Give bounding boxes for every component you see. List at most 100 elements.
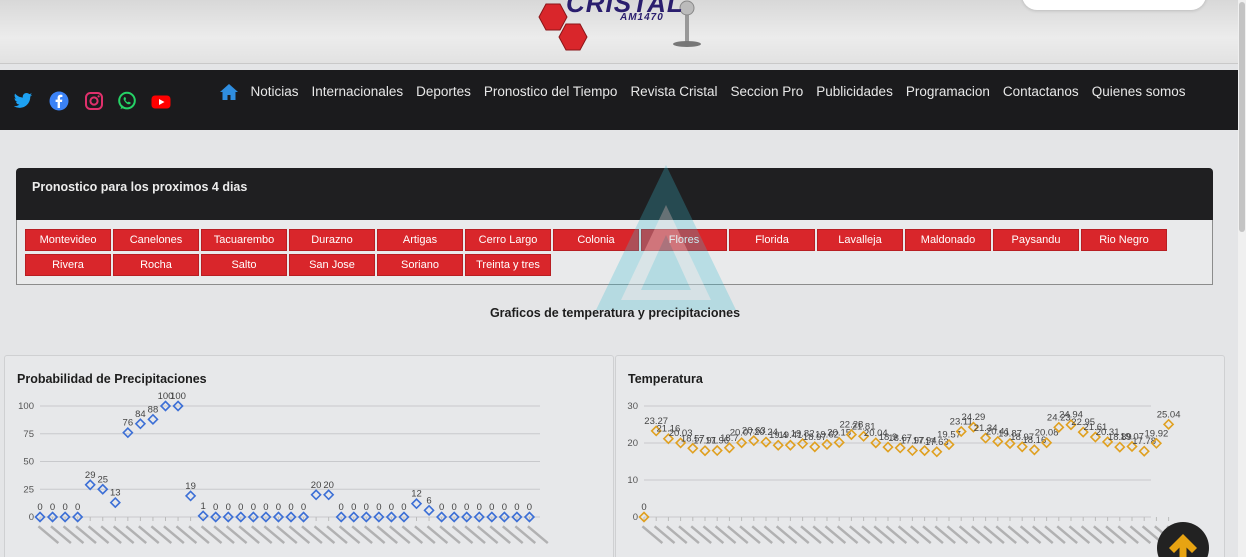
forecast-title: Pronostico para los proximos 4 dias (32, 180, 248, 194)
city-button-montevideo[interactable]: Montevideo (25, 229, 111, 251)
city-button-treinta-y-tres[interactable]: Treinta y tres (465, 254, 551, 276)
logo-subtitle: AM1470 (620, 12, 664, 23)
data-label: 12 (411, 489, 422, 500)
data-label: 0 (339, 502, 344, 513)
x-tick-label (125, 525, 148, 544)
y-tick-label: 0 (633, 512, 638, 523)
data-point (423, 504, 435, 516)
data-point (784, 439, 797, 451)
nav-link-seccion-pro[interactable]: Seccion Pro (724, 84, 810, 99)
x-tick-label (112, 525, 135, 544)
data-point (310, 489, 322, 501)
x-tick-label (389, 525, 411, 544)
city-button-rocha[interactable]: Rocha (113, 254, 199, 276)
city-button-salto[interactable]: Salto (201, 254, 287, 276)
nav-link-publicidades[interactable]: Publicidades (810, 84, 900, 99)
x-tick-label (1019, 525, 1042, 544)
x-tick-label (326, 525, 348, 544)
data-point (772, 439, 784, 451)
data-label: 0 (641, 502, 646, 513)
x-tick-label (188, 525, 210, 544)
x-tick-label (338, 525, 361, 544)
data-point (147, 413, 159, 425)
x-tick-label (1007, 525, 1030, 544)
city-button-soriano[interactable]: Soriano (377, 254, 463, 276)
scrollbar-thumb[interactable] (1239, 2, 1245, 232)
x-tick-label (910, 525, 932, 544)
data-label: 25 (97, 474, 108, 485)
x-tick-label (175, 525, 198, 544)
city-button-maldonado[interactable]: Maldonado (905, 229, 991, 251)
x-tick-label (983, 525, 1005, 544)
data-point (1028, 444, 1041, 456)
data-label: 0 (75, 502, 80, 513)
x-tick-label (653, 525, 676, 544)
youtube-icon[interactable] (150, 91, 172, 113)
search-input[interactable] (1022, 0, 1206, 10)
y-tick-label: 0 (29, 512, 34, 523)
x-tick-label (363, 525, 386, 544)
scrollbar[interactable] (1238, 0, 1246, 557)
x-tick-label (87, 525, 110, 544)
x-tick-label (1080, 525, 1103, 544)
x-tick-label (414, 525, 436, 544)
x-tick-label (288, 525, 311, 544)
city-button-paysandu[interactable]: Paysandu (993, 229, 1079, 251)
data-label: 0 (464, 502, 469, 513)
data-label: 19.92 (1145, 428, 1169, 439)
nav-link-pronostico[interactable]: Pronostico del Tiempo (477, 84, 624, 99)
x-tick-label (678, 525, 700, 544)
twitter-icon[interactable] (12, 90, 34, 112)
data-label: 0 (301, 502, 306, 513)
city-button-san-jose[interactable]: San Jose (289, 254, 375, 276)
city-button-cerro-largo[interactable]: Cerro Largo (465, 229, 551, 251)
nav-link-contactanos[interactable]: Contactanos (996, 84, 1085, 99)
city-button-rivera[interactable]: Rivera (25, 254, 111, 276)
x-tick-label (812, 525, 834, 544)
x-tick-label (922, 525, 944, 544)
nav-link-programacion[interactable]: Programacion (899, 84, 996, 99)
nav-link-quienes-somos[interactable]: Quienes somos (1085, 84, 1192, 99)
x-tick-label (885, 525, 908, 544)
data-label: 29 (85, 470, 96, 481)
whatsapp-icon[interactable] (116, 90, 138, 112)
nav-link-internacionales[interactable]: Internacionales (305, 84, 410, 99)
x-tick-label (702, 525, 725, 544)
x-tick-label (824, 525, 847, 544)
data-label: 0 (62, 502, 67, 513)
city-button-lavalleja[interactable]: Lavalleja (817, 229, 903, 251)
city-button-durazno[interactable]: Durazno (289, 229, 375, 251)
data-label: 20.08 (1035, 428, 1059, 439)
instagram-icon[interactable] (83, 90, 105, 112)
data-label: 1 (201, 501, 206, 512)
nav-link-noticias[interactable]: Noticias (244, 84, 305, 99)
data-label: 0 (238, 502, 243, 513)
facebook-icon[interactable] (48, 90, 70, 112)
x-tick-label (263, 525, 286, 544)
data-label: 0 (489, 502, 494, 513)
city-button-artigas[interactable]: Artigas (377, 229, 463, 251)
x-tick-label (666, 525, 688, 544)
x-tick-label (690, 525, 712, 544)
nav-link-deportes[interactable]: Deportes (410, 84, 478, 99)
city-button-rio-negro[interactable]: Rio Negro (1081, 229, 1167, 251)
x-tick-label (958, 525, 981, 544)
x-tick-label (464, 525, 486, 544)
data-point (84, 479, 96, 491)
city-button-florida[interactable]: Florida (729, 229, 815, 251)
watermark-logo (596, 165, 736, 310)
nav-link-revista[interactable]: Revista Cristal (624, 84, 724, 99)
data-point (931, 446, 943, 458)
home-icon[interactable] (219, 83, 239, 101)
x-tick-label (861, 525, 883, 544)
y-tick-label: 20 (627, 438, 638, 449)
data-label: 19 (185, 481, 196, 492)
precipitation-chart-card: Probabilidad de Precipitaciones 0 25 50 75 1… (4, 355, 614, 557)
data-label: 0 (37, 502, 42, 513)
x-tick-label (225, 525, 248, 544)
x-tick-label (836, 525, 859, 544)
data-label: 0 (276, 502, 281, 513)
city-button-canelones[interactable]: Canelones (113, 229, 199, 251)
city-button-tacuarembo[interactable]: Tacuarembo (201, 229, 287, 251)
data-point (109, 496, 121, 509)
